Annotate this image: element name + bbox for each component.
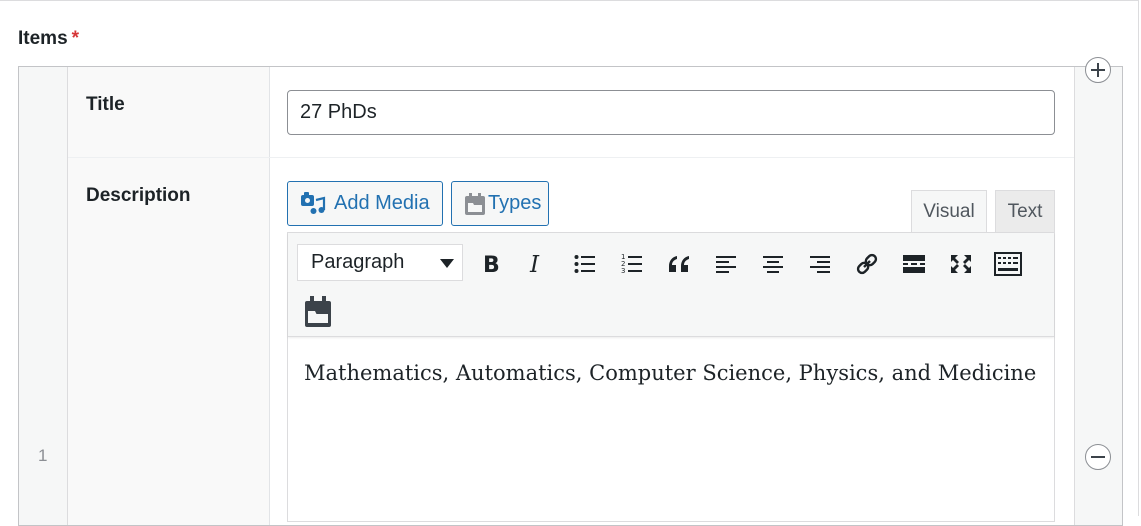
- add-row-button[interactable]: [1085, 57, 1111, 83]
- labels-column: [68, 67, 270, 525]
- format-select[interactable]: Paragraph: [297, 244, 463, 281]
- required-asterisk: *: [71, 28, 80, 49]
- minus-icon: [1091, 456, 1105, 458]
- row-separator: [68, 157, 1074, 158]
- editor-content[interactable]: Mathematics, Automatics, Computer Scienc…: [304, 361, 1036, 385]
- bullet-list-icon[interactable]: [568, 247, 602, 281]
- types-calendar-icon: [464, 192, 486, 216]
- title-input[interactable]: [287, 90, 1055, 135]
- chevron-down-icon: [440, 259, 454, 268]
- svg-text:3: 3: [621, 267, 625, 275]
- types-label: Types: [488, 192, 542, 214]
- align-left-icon[interactable]: [709, 247, 743, 281]
- description-editor: Paragraph B I 1 2 3 Mathematics, Automat…: [287, 232, 1055, 522]
- add-media-button[interactable]: Add Media: [287, 181, 443, 226]
- title-label: Title: [86, 94, 125, 115]
- svg-text:I: I: [529, 253, 540, 275]
- bold-icon[interactable]: B: [474, 247, 508, 281]
- link-icon[interactable]: [850, 247, 884, 281]
- items-label-text: Items: [18, 28, 68, 49]
- svg-text:B: B: [483, 253, 500, 275]
- add-media-label: Add Media: [334, 192, 430, 214]
- format-select-value: Paragraph: [311, 251, 405, 273]
- tab-text[interactable]: Text: [995, 190, 1055, 232]
- fullscreen-icon[interactable]: [944, 247, 978, 281]
- align-right-icon[interactable]: [803, 247, 837, 281]
- description-label: Description: [86, 185, 191, 206]
- plus-icon: [1091, 63, 1105, 77]
- remove-row-button[interactable]: [1085, 444, 1111, 470]
- tab-visual[interactable]: Visual: [911, 190, 987, 232]
- blockquote-icon[interactable]: [662, 247, 696, 281]
- row-number: 1: [38, 446, 48, 465]
- italic-icon[interactable]: I: [520, 247, 554, 281]
- types-calendar-icon[interactable]: [301, 295, 335, 329]
- toolbar-toggle-icon[interactable]: [991, 247, 1025, 281]
- items-field-label: Items *: [18, 28, 79, 50]
- row-drag-handle[interactable]: 1: [19, 67, 68, 525]
- editor-toolbar: Paragraph B I 1 2 3: [288, 233, 1054, 337]
- numbered-list-icon[interactable]: 1 2 3: [615, 247, 649, 281]
- media-icon: [300, 191, 326, 216]
- types-button[interactable]: Types: [451, 181, 549, 226]
- read-more-icon[interactable]: [897, 247, 931, 281]
- align-center-icon[interactable]: [756, 247, 790, 281]
